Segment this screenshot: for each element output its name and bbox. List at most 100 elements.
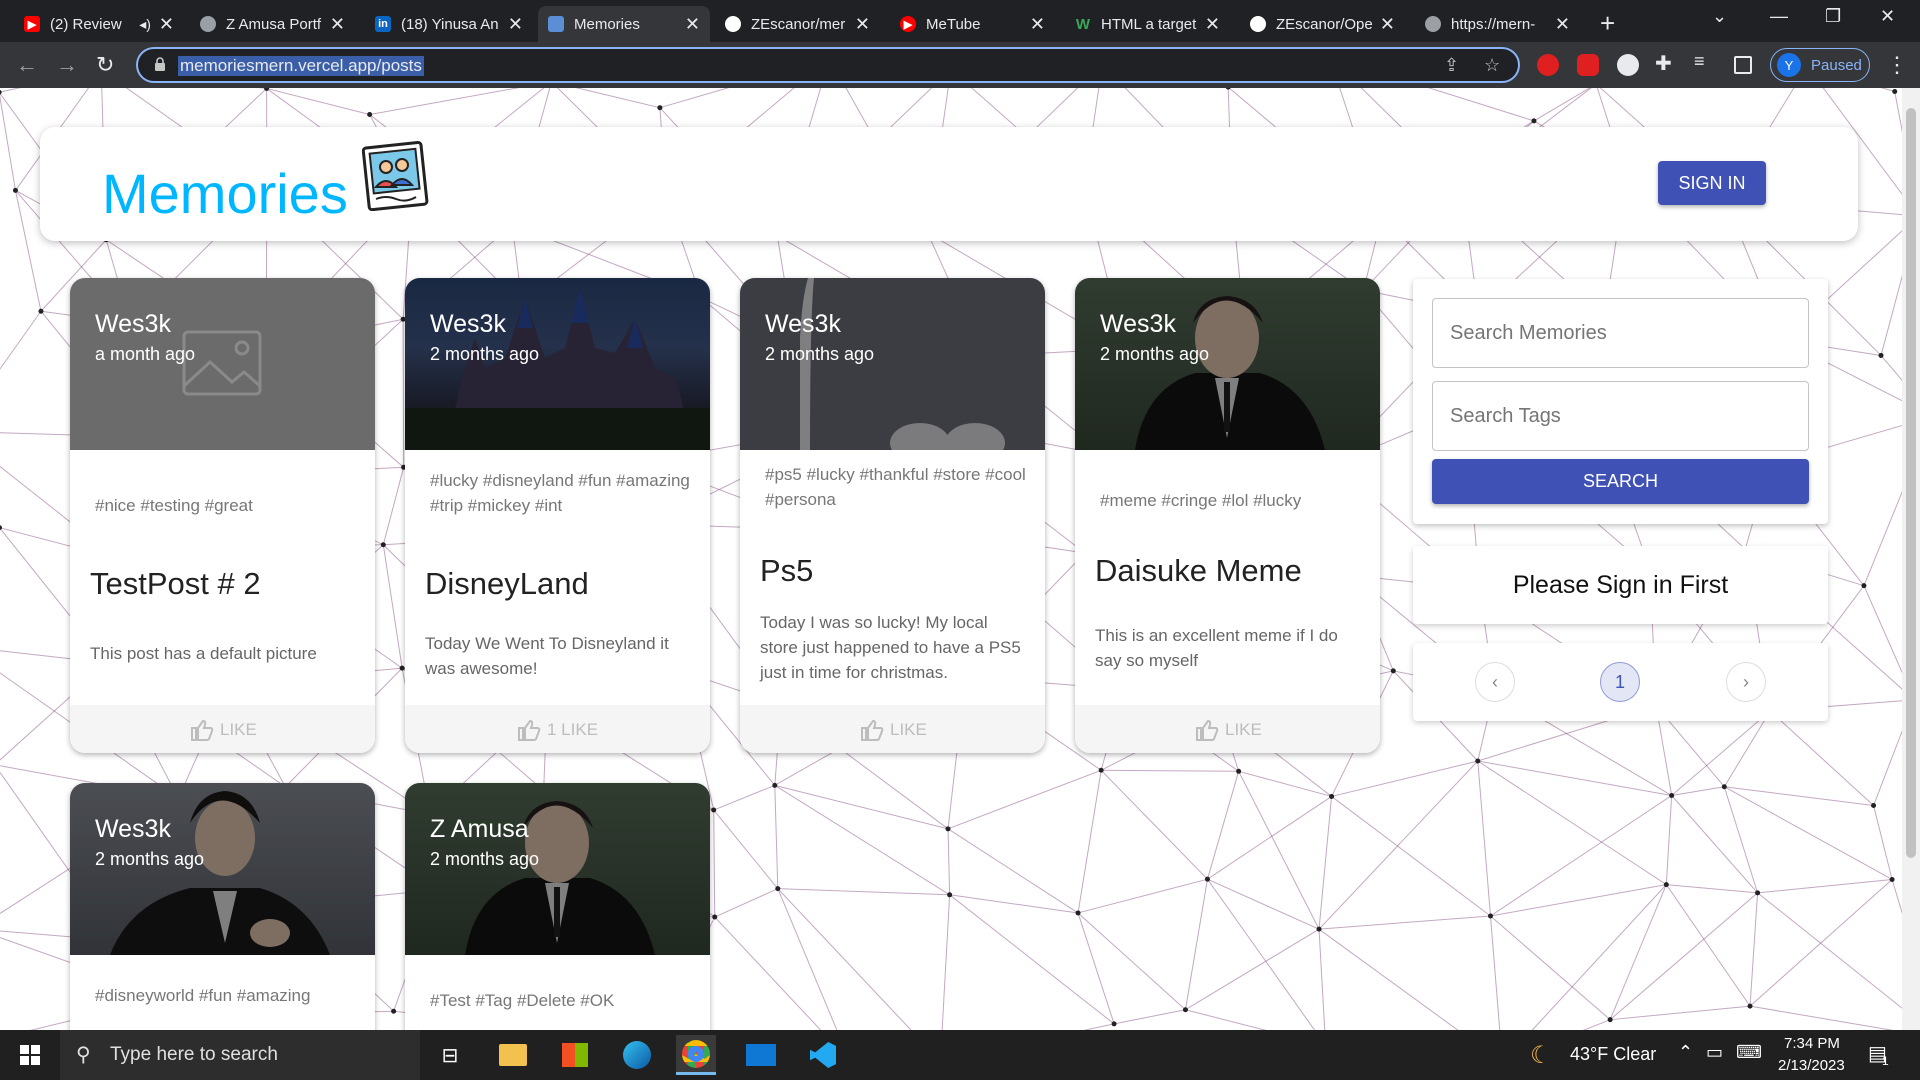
browser-tab[interactable]: ZEscanor/mer ✕ (715, 6, 880, 42)
mail-icon[interactable] (741, 1035, 781, 1075)
page-button-current[interactable]: 1 (1600, 662, 1640, 702)
extension-icon[interactable] (1577, 54, 1599, 76)
post-author: Wes3k (1100, 310, 1176, 338)
chrome-icon[interactable] (676, 1035, 716, 1075)
browser-tab[interactable]: ▶ MeTube ✕ (890, 6, 1055, 42)
like-button[interactable]: LIKE (190, 719, 257, 741)
close-tab-icon[interactable]: ✕ (1380, 14, 1395, 35)
taskbar-search-input[interactable]: ⚲ Type here to search (60, 1030, 420, 1080)
close-tab-icon[interactable]: ✕ (330, 14, 345, 35)
new-tab-icon[interactable]: + (1600, 8, 1615, 39)
post-tags: #Test #Tag #Delete #OK (430, 991, 615, 1010)
linkedin-icon: in (375, 16, 391, 32)
clock-date[interactable]: 2/13/2023 (1778, 1057, 1845, 1074)
weather-moon-icon[interactable]: ☾ (1530, 1041, 1552, 1070)
address-bar[interactable]: memoriesmern.vercel.app/posts ⇪ ☆ (136, 47, 1520, 83)
browser-tab-active[interactable]: Memories ✕ (538, 6, 710, 42)
web-page: Memories SIGN IN Wes3k a month ago #nice… (0, 88, 1902, 1030)
previous-page-button[interactable]: ‹ (1475, 662, 1515, 702)
microsoft-store-icon[interactable] (555, 1035, 595, 1075)
file-explorer-icon[interactable] (493, 1035, 533, 1075)
like-label: LIKE (1225, 720, 1262, 739)
sign-in-button[interactable]: SIGN IN (1658, 161, 1766, 205)
post-actions: LIKE (1075, 705, 1380, 753)
close-tab-icon[interactable]: ✕ (1555, 14, 1570, 35)
post-author: Wes3k (430, 310, 506, 338)
browser-tab[interactable]: https://mern- ✕ (1415, 6, 1580, 42)
like-label: LIKE (220, 720, 257, 739)
extension-icon[interactable] (1537, 54, 1559, 76)
reload-icon[interactable]: ↻ (96, 52, 114, 78)
keyboard-icon[interactable]: ⌨ (1736, 1042, 1762, 1063)
edge-icon[interactable] (617, 1035, 657, 1075)
windows-start-icon[interactable] (20, 1045, 40, 1065)
browser-tab[interactable]: Z Amusa Portf ✕ (190, 6, 355, 42)
profile-button[interactable]: Y Paused (1770, 48, 1870, 82)
scrollbar-thumb[interactable] (1906, 108, 1916, 858)
tab-label: https://mern- (1451, 15, 1536, 33)
like-button[interactable]: 1 LIKE (517, 719, 598, 741)
metube-icon: ▶ (900, 16, 916, 32)
menu-kebab-icon[interactable]: ⋮ (1886, 52, 1908, 78)
bookmark-star-icon[interactable]: ☆ (1484, 55, 1500, 76)
next-page-button[interactable]: › (1726, 662, 1766, 702)
back-icon[interactable]: ← (16, 52, 38, 78)
forward-icon[interactable]: → (56, 52, 78, 78)
like-button[interactable]: LIKE (860, 719, 927, 741)
vscode-icon[interactable] (803, 1035, 843, 1075)
tab-label: MeTube (926, 15, 981, 33)
close-tab-icon[interactable]: ✕ (159, 14, 174, 35)
url-text[interactable]: memoriesmern.vercel.app/posts (178, 56, 424, 76)
close-tab-icon[interactable]: ✕ (1030, 14, 1045, 35)
notification-count: 1 (1882, 1054, 1889, 1068)
post-author: Wes3k (95, 815, 171, 843)
browser-tab-strip: ▶ (2) Review ◂) ✕ Z Amusa Portf ✕ in (18… (0, 0, 1920, 42)
close-window-icon[interactable]: ✕ (1880, 6, 1895, 27)
media-control-icon[interactable]: ≡ (1694, 51, 1716, 73)
close-tab-icon[interactable]: ✕ (508, 14, 523, 35)
browser-tab[interactable]: ZEscanor/Ope ✕ (1240, 6, 1405, 42)
close-tab-icon[interactable]: ✕ (1205, 14, 1220, 35)
page-scrollbar[interactable] (1902, 88, 1920, 1030)
post-title: TestPost # 2 (90, 566, 261, 601)
weather-text[interactable]: 43°F Clear (1570, 1044, 1656, 1065)
search-tags-input[interactable]: Search Tags (1432, 381, 1809, 451)
tab-search-icon[interactable]: ⌄ (1712, 6, 1727, 27)
tab-label: HTML a target (1101, 15, 1197, 33)
post-author: Wes3k (95, 310, 171, 338)
puzzle-extensions-icon[interactable]: ✚ (1655, 51, 1677, 75)
post-message: Today I was so lucky! My local store jus… (760, 613, 1021, 682)
speaker-icon[interactable]: ◂) (139, 16, 151, 33)
post-time: 2 months ago (430, 849, 540, 869)
minimize-icon[interactable]: — (1770, 6, 1788, 27)
globe-icon (1425, 16, 1441, 32)
side-panel-icon[interactable] (1734, 56, 1752, 74)
share-icon[interactable]: ⇪ (1444, 55, 1459, 76)
show-hidden-icons-icon[interactable]: ⌃ (1678, 1042, 1693, 1063)
like-button[interactable]: LIKE (1195, 719, 1262, 741)
post-time: a month ago (95, 344, 196, 364)
clock-time[interactable]: 7:34 PM (1784, 1035, 1840, 1052)
battery-icon[interactable]: ▭ (1706, 1042, 1723, 1063)
post-message: This is an excellent meme if I do say so… (1095, 626, 1338, 670)
avatar: Y (1777, 53, 1801, 77)
browser-tab[interactable]: W HTML a target ✕ (1065, 6, 1230, 42)
extension-icon[interactable] (1617, 54, 1639, 76)
close-tab-icon[interactable]: ✕ (685, 14, 700, 35)
browser-tab[interactable]: in (18) Yinusa An ✕ (365, 6, 533, 42)
post-message: Today We Went To Disneyland it was aweso… (425, 634, 669, 678)
search-memories-input[interactable]: Search Memories (1432, 298, 1809, 368)
post-time: 2 months ago (95, 849, 205, 869)
restore-icon[interactable]: ❐ (1825, 6, 1841, 27)
search-button[interactable]: SEARCH (1432, 459, 1809, 504)
search-icon: ⚲ (76, 1044, 91, 1066)
post-tags: #meme #cringe #lol #lucky (1100, 491, 1302, 510)
brand-title[interactable]: Memories (102, 161, 348, 226)
post-tags: #nice #testing #great (95, 496, 253, 515)
tab-label: (2) Review (50, 15, 122, 33)
post-card: Wes3k 2 months ago #ps5 #lucky #thankful… (740, 278, 1045, 753)
close-tab-icon[interactable]: ✕ (855, 14, 870, 35)
task-view-icon[interactable]: ⊟ (430, 1035, 470, 1075)
post-time: 2 months ago (765, 344, 875, 364)
browser-tab[interactable]: ▶ (2) Review ◂) ✕ (14, 6, 184, 42)
